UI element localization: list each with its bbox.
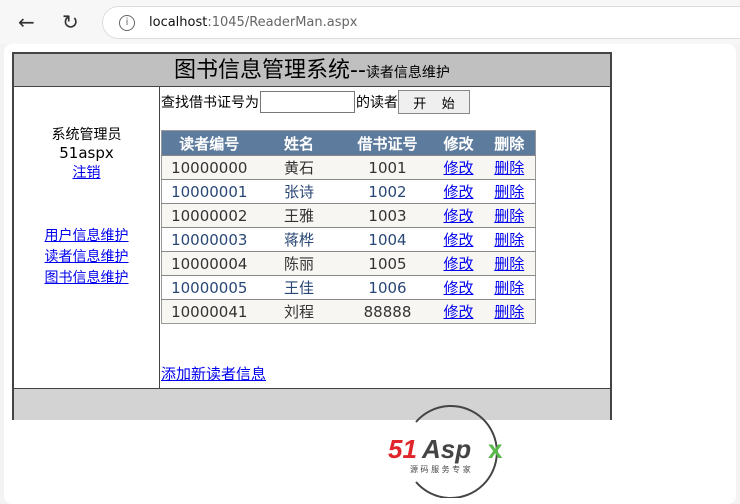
address-bar[interactable]: i localhost:1045/ReaderMan.aspx xyxy=(102,6,740,39)
action-cell: 删除 xyxy=(483,299,536,324)
svg-text:x: x xyxy=(488,434,503,464)
action-cell: 删除 xyxy=(483,275,536,300)
sidebar-item-reader-info[interactable]: 读者信息维护 xyxy=(45,249,129,265)
search-bar: 查找借书证号为 的读者 开 始 xyxy=(161,90,470,114)
sidebar: 系统管理员 51aspx 注销 用户信息维护 读者信息维护 图书信息维护 xyxy=(14,87,160,388)
logout-link[interactable]: 注销 xyxy=(73,165,101,181)
reader-id-cell: 10000001 xyxy=(161,179,257,204)
footer-bar xyxy=(14,388,610,420)
delete-link[interactable]: 删除 xyxy=(494,183,524,201)
name-cell: 蒋桦 xyxy=(256,227,342,252)
action-cell: 删除 xyxy=(483,251,536,276)
info-icon[interactable]: i xyxy=(119,15,135,31)
name-cell: 刘程 xyxy=(256,299,342,324)
reader-table: 读者编号 姓名 借书证号 修改 删除 10000000 黄石 1001 修改 删除 100… xyxy=(161,130,536,324)
action-cell: 删除 xyxy=(483,155,536,180)
reader-id-cell: 10000000 xyxy=(161,155,257,180)
delete-link[interactable]: 删除 xyxy=(494,207,524,225)
action-cell: 修改 xyxy=(433,155,484,180)
name-cell: 张诗 xyxy=(256,179,342,204)
svg-text:源 码 服 务 专 家: 源 码 服 务 专 家 xyxy=(410,464,471,474)
card-number-cell: 1004 xyxy=(341,227,434,252)
reader-id-cell: 10000005 xyxy=(161,275,257,300)
table-row: 10000002 王雅 1003 修改 删除 xyxy=(161,203,536,228)
layout-table: 图书信息管理系统--读者信息维护 系统管理员 51aspx 注销 用户信息维护 … xyxy=(12,52,612,420)
table-row: 10000041 刘程 88888 修改 删除 xyxy=(161,299,536,324)
edit-link[interactable]: 修改 xyxy=(443,183,473,201)
action-cell: 删除 xyxy=(483,227,536,252)
reader-id-cell: 10000003 xyxy=(161,227,257,252)
name-cell: 陈丽 xyxy=(256,251,342,276)
card-number-cell: 1005 xyxy=(341,251,434,276)
url-text: localhost:1045/ReaderMan.aspx xyxy=(149,15,358,30)
card-number-cell: 1002 xyxy=(341,179,434,204)
table-row: 10000000 黄石 1001 修改 删除 xyxy=(161,155,536,180)
svg-text:51: 51 xyxy=(388,434,417,464)
main-content: 查找借书证号为 的读者 开 始 读者编号 姓名 借书证号 修改 删除 10000… xyxy=(161,87,610,388)
col-card-number: 借书证号 xyxy=(341,130,434,156)
action-cell: 修改 xyxy=(433,251,484,276)
col-edit: 修改 xyxy=(433,130,484,156)
username: 51aspx xyxy=(59,144,114,162)
edit-link[interactable]: 修改 xyxy=(443,159,473,177)
edit-link[interactable]: 修改 xyxy=(443,279,473,297)
edit-link[interactable]: 修改 xyxy=(443,303,473,321)
name-cell: 黄石 xyxy=(256,155,342,180)
delete-link[interactable]: 删除 xyxy=(494,159,524,177)
watermark-logo: 51 Asp x 源 码 服 务 专 家 xyxy=(388,405,503,498)
action-cell: 修改 xyxy=(433,275,484,300)
user-role: 系统管理员 xyxy=(51,127,122,143)
card-number-cell: 88888 xyxy=(341,299,434,324)
action-cell: 删除 xyxy=(483,203,536,228)
action-cell: 修改 xyxy=(433,299,484,324)
edit-link[interactable]: 修改 xyxy=(443,231,473,249)
page-subtitle: 读者信息维护 xyxy=(365,65,450,81)
browser-toolbar: ← ↻ i localhost:1045/ReaderMan.aspx xyxy=(0,0,740,44)
delete-link[interactable]: 删除 xyxy=(494,255,524,273)
col-reader-id: 读者编号 xyxy=(161,130,257,156)
card-number-cell: 1003 xyxy=(341,203,434,228)
action-cell: 修改 xyxy=(433,179,484,204)
start-search-button[interactable]: 开 始 xyxy=(398,90,470,114)
reload-icon[interactable]: ↻ xyxy=(62,10,79,34)
sidebar-item-book-info[interactable]: 图书信息维护 xyxy=(45,270,129,286)
name-cell: 王雅 xyxy=(256,203,342,228)
delete-link[interactable]: 删除 xyxy=(494,279,524,297)
table-row: 10000001 张诗 1002 修改 删除 xyxy=(161,179,536,204)
action-cell: 修改 xyxy=(433,227,484,252)
table-row: 10000004 陈丽 1005 修改 删除 xyxy=(161,251,536,276)
sidebar-item-user-info[interactable]: 用户信息维护 xyxy=(45,228,129,244)
action-cell: 修改 xyxy=(433,203,484,228)
reader-id-cell: 10000041 xyxy=(161,299,257,324)
table-row: 10000005 王佳 1006 修改 删除 xyxy=(161,275,536,300)
svg-text:Asp: Asp xyxy=(421,434,471,464)
card-number-cell: 1001 xyxy=(341,155,434,180)
name-cell: 王佳 xyxy=(256,275,342,300)
search-suffix: 的读者 xyxy=(356,95,398,111)
delete-link[interactable]: 删除 xyxy=(494,303,524,321)
col-delete: 删除 xyxy=(483,130,536,156)
back-icon[interactable]: ← xyxy=(18,10,35,34)
reader-id-cell: 10000004 xyxy=(161,251,257,276)
col-name: 姓名 xyxy=(256,130,342,156)
page-title: 图书信息管理系统--读者信息维护 xyxy=(14,54,610,87)
card-number-input[interactable] xyxy=(260,91,355,113)
action-cell: 删除 xyxy=(483,179,536,204)
reader-id-cell: 10000002 xyxy=(161,203,257,228)
card-number-cell: 1006 xyxy=(341,275,434,300)
edit-link[interactable]: 修改 xyxy=(443,207,473,225)
add-reader-link[interactable]: 添加新读者信息 xyxy=(161,363,266,384)
delete-link[interactable]: 删除 xyxy=(494,231,524,249)
search-prefix: 查找借书证号为 xyxy=(161,95,259,111)
table-row: 10000003 蒋桦 1004 修改 删除 xyxy=(161,227,536,252)
edit-link[interactable]: 修改 xyxy=(443,255,473,273)
